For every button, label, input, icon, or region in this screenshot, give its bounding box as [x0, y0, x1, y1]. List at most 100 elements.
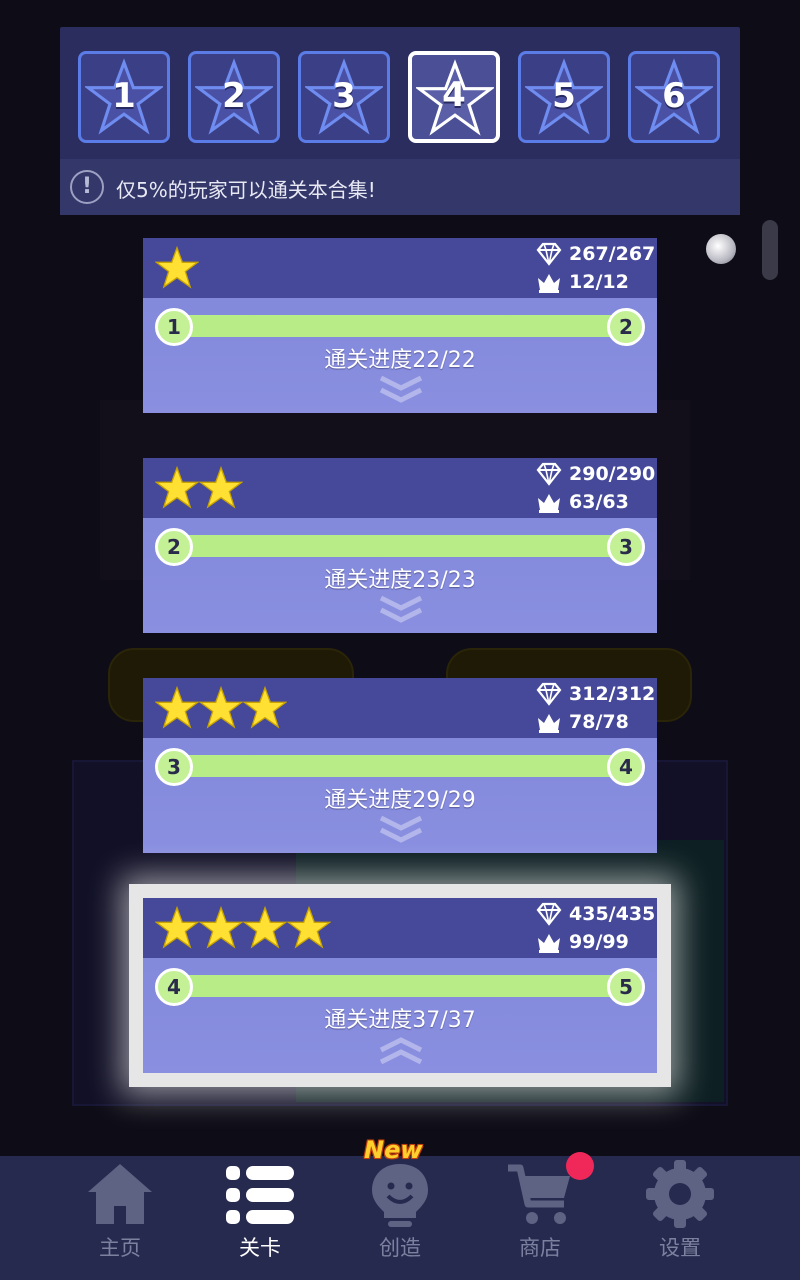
star-rating: [155, 686, 287, 730]
cart-icon: [508, 1164, 570, 1224]
star-icon: [155, 686, 199, 729]
card-header: 312/312 78/78: [143, 678, 657, 738]
star-icon: [155, 246, 199, 289]
star-tile-number: 3: [332, 76, 356, 116]
progress-bar: [175, 535, 625, 557]
crown-count-value: 63/63: [569, 491, 629, 513]
progress-text: 通关进度23/23: [324, 568, 476, 593]
nav-item-home[interactable]: 主页: [50, 1156, 190, 1280]
star-icon: [243, 906, 287, 949]
star-icon: [287, 906, 331, 949]
crown-icon: [538, 934, 560, 953]
star-tile-5[interactable]: 5: [518, 51, 610, 143]
star-tile-1[interactable]: 1: [78, 51, 170, 143]
crown-count-value: 78/78: [569, 711, 629, 733]
progress-end-node: 5: [607, 968, 645, 1006]
diamond-icon: [536, 462, 562, 486]
chevron-up-icon[interactable]: [377, 1034, 425, 1066]
progress-start-node: 2: [155, 528, 193, 566]
info-row: ! 仅5%的玩家可以通关本合集!: [60, 159, 740, 215]
gem-count-value: 435/435: [569, 903, 656, 925]
star-tiles: 1 2 3 4 5 6: [78, 51, 722, 143]
gem-count: 435/435: [535, 902, 655, 928]
star-icon: [155, 466, 199, 509]
scrollbar-thumb[interactable]: [762, 220, 778, 280]
chevron-down-icon[interactable]: [377, 374, 425, 406]
diamond-icon: [536, 682, 562, 706]
crown-count: 78/78: [535, 710, 651, 736]
exclamation-circle-icon: !: [70, 170, 104, 204]
progress-track: 4 5: [155, 968, 645, 1006]
gem-count: 290/290: [535, 462, 655, 488]
nav-item-levels[interactable]: 关卡: [190, 1156, 330, 1280]
star-tile-6[interactable]: 6: [628, 51, 720, 143]
diamond-icon: [536, 242, 562, 266]
gem-count: 267/267: [535, 242, 655, 268]
nav-item-settings[interactable]: 设置: [610, 1156, 750, 1280]
progress-text: 通关进度37/37: [324, 1008, 476, 1033]
new-badge: New: [364, 1136, 423, 1164]
chevron-down-icon[interactable]: [377, 814, 425, 846]
star-tile-number: 6: [662, 76, 686, 116]
star-icon: [155, 906, 199, 949]
star-icon: [243, 686, 287, 729]
progress-start-node: 4: [155, 968, 193, 1006]
level-card-4[interactable]: 435/435 99/99 4 5 通关进度37/37: [143, 898, 657, 1073]
star-tile-number: 1: [112, 76, 136, 116]
scroll-handle[interactable]: [706, 234, 736, 264]
level-card-3[interactable]: 312/312 78/78 3 4 通关进度29/29: [143, 678, 657, 853]
star-icon: [199, 906, 243, 949]
card-header: 435/435 99/99: [143, 898, 657, 958]
star-tile-4[interactable]: 4: [408, 51, 500, 143]
crown-count-value: 99/99: [569, 931, 629, 953]
list-icon: [226, 1166, 294, 1224]
crown-icon: [538, 274, 560, 293]
star-rating: [155, 906, 331, 950]
progress-bar: [175, 755, 625, 777]
progress-end-node: 2: [607, 308, 645, 346]
level-card-2[interactable]: 290/290 63/63 2 3 通关进度23/23: [143, 458, 657, 633]
card-header: 267/267 12/12: [143, 238, 657, 298]
gem-count-value: 267/267: [569, 243, 656, 265]
progress-track: 2 3: [155, 528, 645, 566]
star-tile-number: 2: [222, 76, 246, 116]
star-icon: [199, 466, 243, 509]
nav-label: 商店: [519, 1236, 561, 1260]
diamond-icon: [536, 902, 562, 926]
notification-dot: [566, 1152, 594, 1180]
crown-count: 63/63: [535, 490, 651, 516]
bottom-nav: 主页 关卡 创造 商店 设置: [0, 1156, 800, 1280]
progress-start-node: 3: [155, 748, 193, 786]
gear-icon: [646, 1160, 714, 1228]
star-tile-number: 4: [442, 75, 466, 115]
progress-bar: [175, 315, 625, 337]
chevron-down-icon[interactable]: [377, 594, 425, 626]
nav-label: 设置: [659, 1236, 701, 1260]
nav-label: 主页: [99, 1236, 141, 1260]
progress-track: 1 2: [155, 308, 645, 346]
nav-label: 关卡: [239, 1236, 281, 1260]
star-tile-3[interactable]: 3: [298, 51, 390, 143]
home-icon: [88, 1164, 152, 1224]
crown-count: 99/99: [535, 930, 651, 956]
gem-count-value: 312/312: [569, 683, 656, 705]
progress-text: 通关进度22/22: [324, 348, 476, 373]
nav-label: 创造: [379, 1236, 421, 1260]
star-icon: [199, 686, 243, 729]
crown-icon: [538, 714, 560, 733]
level-card-1[interactable]: 267/267 12/12 1 2 通关进度22/22: [143, 238, 657, 413]
star-selector-panel: 1 2 3 4 5 6 ! 仅5%的玩家可以通关本合集!: [60, 27, 740, 215]
gem-count: 312/312: [535, 682, 655, 708]
progress-text: 通关进度29/29: [324, 788, 476, 813]
star-rating: [155, 466, 243, 510]
star-tile-2[interactable]: 2: [188, 51, 280, 143]
lightbulb-icon: [372, 1164, 428, 1227]
nav-item-create[interactable]: 创造: [330, 1156, 470, 1280]
info-text: 仅5%的玩家可以通关本合集!: [116, 178, 376, 202]
card-header: 290/290 63/63: [143, 458, 657, 518]
crown-icon: [538, 494, 560, 513]
progress-end-node: 3: [607, 528, 645, 566]
progress-track: 3 4: [155, 748, 645, 786]
progress-start-node: 1: [155, 308, 193, 346]
star-rating: [155, 246, 199, 290]
